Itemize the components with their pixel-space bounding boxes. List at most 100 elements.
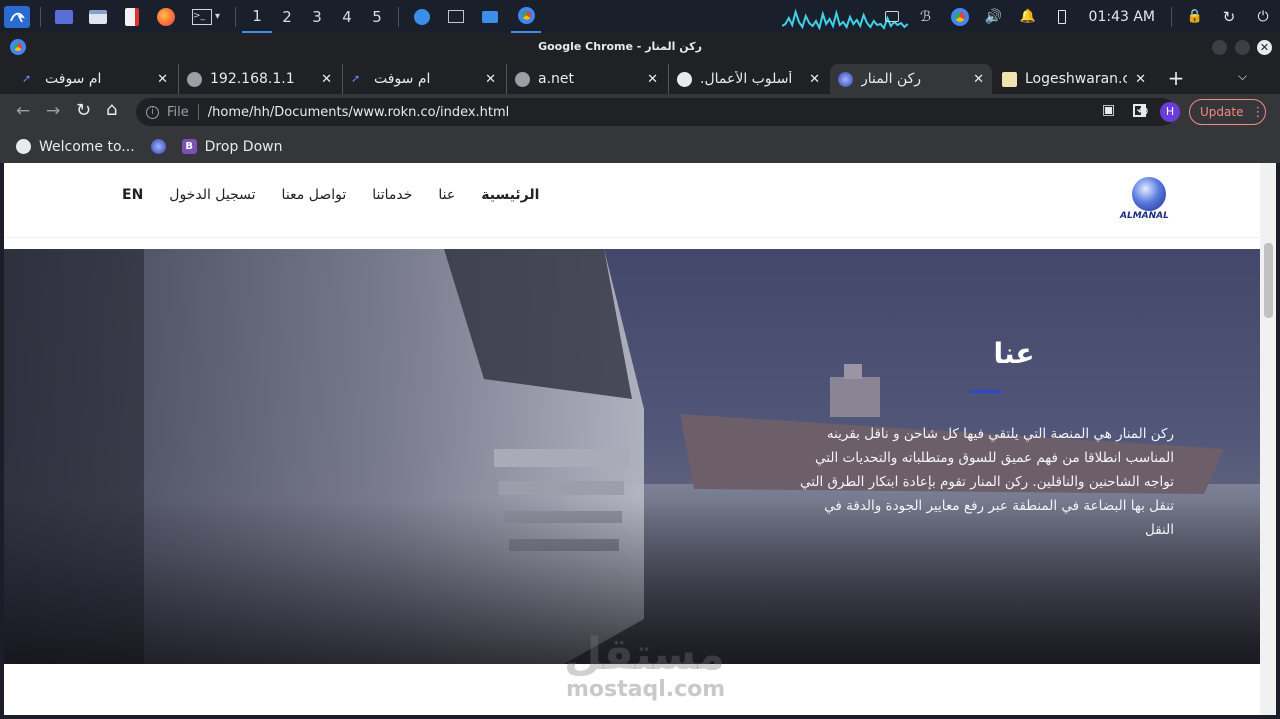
close-tab-icon[interactable]: ✕: [157, 72, 168, 87]
tab-logeshwaran[interactable]: Logeshwaran.c ✕: [994, 64, 1154, 94]
bookmark-label: Drop Down: [204, 138, 283, 155]
url-divider: [197, 104, 199, 120]
nav-home[interactable]: الرئيسية: [481, 187, 539, 203]
nav-language[interactable]: EN: [122, 187, 143, 203]
battery-icon[interactable]: [1049, 6, 1075, 28]
tab-search-icon[interactable]: ⌵: [1238, 69, 1247, 84]
extensions-icon[interactable]: ▣: [1102, 102, 1115, 118]
window-titlebar: Google Chrome - ركن المنار ✕: [0, 33, 1280, 61]
page-viewport: ALMANAL الرئيسية عنا خدماتنا تواصل معنا …: [4, 163, 1260, 715]
taskbar-divider: [40, 6, 41, 27]
workspace-2[interactable]: 2: [272, 0, 302, 33]
almanal-icon: [150, 139, 166, 154]
nav-contact[interactable]: تواصل معنا: [282, 187, 347, 203]
nav-about[interactable]: عنا: [438, 187, 455, 203]
hero-section: عنا ركن المنار هي المنصة التي يلتقي فيها…: [4, 249, 1260, 664]
update-label: Update: [1200, 105, 1244, 119]
soft-icon: ➚: [351, 71, 361, 85]
notifications-icon[interactable]: 🔔: [1015, 6, 1041, 28]
bookmark-welcome[interactable]: Welcome to...: [16, 139, 135, 155]
soft-icon: ➚: [22, 71, 32, 85]
workspace-3[interactable]: 3: [302, 0, 332, 33]
app-terminal-icon[interactable]: [443, 6, 469, 28]
logo-text: ALMANAL: [1120, 211, 1169, 221]
bookmark-drop-down[interactable]: B Drop Down: [181, 138, 283, 155]
tab-title: Logeshwaran.c: [1025, 71, 1128, 87]
tab-title: ركن المنار: [861, 71, 922, 87]
maximize-button[interactable]: [1235, 40, 1250, 55]
close-tab-icon[interactable]: ✕: [647, 72, 658, 87]
lock-icon[interactable]: 🔒: [1182, 6, 1208, 28]
page-scrollbar[interactable]: [1260, 163, 1276, 715]
app-chrome-icon[interactable]: [511, 0, 541, 33]
firefox-icon[interactable]: [153, 6, 179, 28]
workspace-4[interactable]: 4: [332, 0, 362, 33]
nav-login[interactable]: تسجيل الدخول: [169, 187, 255, 203]
taskbar-divider: [398, 6, 399, 27]
profile-avatar[interactable]: H: [1160, 102, 1180, 122]
watermark-arabic: مستقل: [564, 629, 725, 680]
tab-strip: ➚ ام سوفت ✕ 192.168.1.1 ✕ ➚ ام سوفت ✕ a.…: [0, 61, 1280, 94]
close-tab-icon[interactable]: ✕: [321, 72, 332, 87]
hero-title-underline: [970, 390, 1002, 393]
url-text[interactable]: /home/hh/Documents/www.rokn.co/index.htm…: [208, 105, 510, 120]
forward-icon[interactable]: →: [46, 101, 60, 121]
app-folder-icon[interactable]: [477, 6, 503, 28]
volume-icon[interactable]: 🔊: [981, 6, 1007, 28]
site-nav-links: الرئيسية عنا خدماتنا تواصل معنا تسجيل ال…: [96, 187, 539, 203]
tab-rokn-almanar[interactable]: ركن المنار ✕: [830, 64, 992, 94]
minimize-button[interactable]: [1212, 40, 1227, 55]
tab-title: ام سوفت: [374, 71, 431, 87]
taskbar-divider: [1171, 6, 1172, 27]
tab-anet[interactable]: a.net ✕: [506, 64, 666, 94]
info-icon[interactable]: i: [146, 105, 159, 119]
back-icon[interactable]: ←: [16, 101, 30, 121]
bookmark-label: Welcome to...: [39, 138, 135, 155]
browser-toolbar: ← → ↻ ⌂ i File /home/hh/Documents/www.ro…: [0, 94, 1280, 130]
address-bar[interactable]: i File /home/hh/Documents/www.rokn.co/in…: [136, 98, 1180, 126]
app-dragon-icon[interactable]: [409, 6, 435, 28]
bluetooth-icon[interactable]: ℬ: [913, 6, 939, 28]
terminal-icon[interactable]: >_ ▾: [187, 6, 225, 28]
bookmarks-bar: Welcome to... B Drop Down: [0, 130, 1280, 163]
os-taskbar: >_ ▾ 1 2 3 4 5 ℬ 🔊 🔔 01:43 AM 🔒 ↻ ⏻: [0, 0, 1280, 33]
update-button[interactable]: Update ⋮: [1189, 99, 1266, 125]
power-icon[interactable]: ⏻: [1250, 6, 1276, 28]
globe-icon: [187, 71, 202, 87]
home-icon[interactable]: ⌂: [106, 99, 117, 120]
bootstrap-icon: B: [181, 139, 197, 154]
nav-services[interactable]: خدماتنا: [372, 187, 412, 203]
new-tab-button[interactable]: +: [1164, 66, 1188, 90]
close-tab-icon[interactable]: ✕: [485, 72, 496, 87]
close-tab-icon[interactable]: ✕: [973, 72, 984, 87]
file-manager-icon[interactable]: [85, 6, 111, 28]
clock[interactable]: 01:43 AM: [1089, 9, 1155, 25]
kali-menu-icon[interactable]: [4, 5, 30, 28]
almanal-icon: [838, 71, 853, 87]
bookmark-almanal[interactable]: [150, 139, 166, 154]
tab-soft-1[interactable]: ➚ ام سوفت ✕: [14, 64, 176, 94]
tab-router[interactable]: 192.168.1.1 ✕: [178, 64, 340, 94]
desktop-icon[interactable]: [51, 6, 77, 28]
workspace-5[interactable]: 5: [362, 0, 392, 33]
close-tab-icon[interactable]: ✕: [1135, 72, 1146, 87]
tab-title: a.net: [538, 71, 575, 87]
hero-title: عنا: [993, 337, 1035, 370]
side-panel-icon[interactable]: [1133, 104, 1146, 117]
site-logo[interactable]: ALMANAL: [1114, 175, 1174, 225]
reload-icon[interactable]: ↻: [76, 100, 91, 121]
close-window-button[interactable]: ✕: [1257, 40, 1272, 55]
chrome-tray-icon[interactable]: [947, 6, 973, 28]
url-scheme: File: [167, 104, 189, 120]
tab-title: 192.168.1.1: [210, 71, 295, 87]
close-tab-icon[interactable]: ✕: [809, 72, 820, 87]
scrollbar-thumb[interactable]: [1264, 243, 1273, 318]
refresh-session-icon[interactable]: ↻: [1216, 6, 1242, 28]
logo-icon: [1002, 71, 1017, 87]
workspace-1[interactable]: 1: [242, 0, 272, 33]
tab-business-style[interactable]: أسلوب الأعمال. ✕: [668, 64, 828, 94]
tab-soft-2[interactable]: ➚ ام سوفت ✕: [342, 64, 504, 94]
screen-icon[interactable]: [879, 6, 905, 28]
tab-title: أسلوب الأعمال.: [700, 71, 793, 87]
text-editor-icon[interactable]: [119, 6, 145, 28]
